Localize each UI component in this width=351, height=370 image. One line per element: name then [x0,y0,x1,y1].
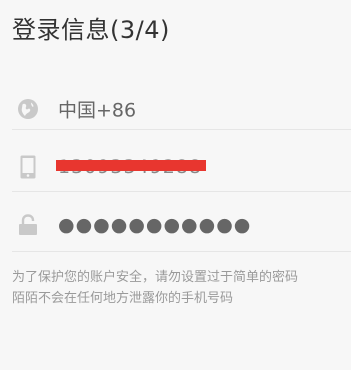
divider [12,251,351,252]
globe-icon [15,96,41,122]
security-notice: 为了保护您的账户安全，请勿设置过于简单的密码 陌陌不会在任何地方泄露你的手机号码 [12,267,351,309]
divider [12,129,351,130]
lock-icon [15,212,41,238]
privacy-notice-line: 陌陌不会在任何地方泄露你的手机号码 [12,291,234,306]
password-field[interactable]: ●●●●●●●●●●● [58,214,251,236]
divider [12,191,351,192]
page-title: 登录信息(3/4) [12,16,170,44]
phone-number-field[interactable]: 13093349288 [56,156,206,178]
security-notice-line: 为了保护您的账户安全，请勿设置过于简单的密码 [12,270,299,285]
phone-icon [15,154,41,180]
password-row[interactable]: ●●●●●●●●●●● [0,196,351,254]
country-code-field: 中国+86 [58,99,137,122]
phone-row[interactable]: 13093349288 [0,138,351,196]
redaction-bar [56,160,206,171]
phone-number-text: 13093349288 [56,156,206,178]
